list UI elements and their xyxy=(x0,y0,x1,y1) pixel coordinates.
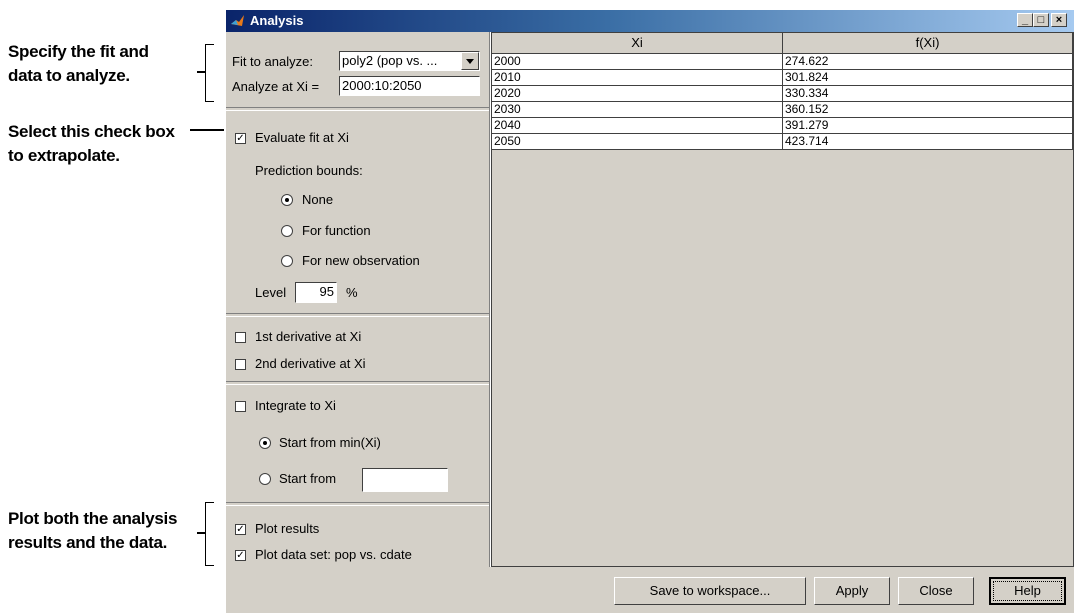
evaluate-fit-checkbox[interactable]: ✓ xyxy=(235,133,246,144)
table-cell[interactable]: 360.152 xyxy=(783,102,1073,118)
table-cell[interactable]: 330.334 xyxy=(783,86,1073,102)
prediction-none-radio[interactable] xyxy=(281,194,293,206)
annotation-fit-data: Specify the fit and data to analyze. xyxy=(8,40,149,88)
table-row[interactable]: 2010 301.824 xyxy=(492,70,1073,86)
annotation-bracket-tick xyxy=(197,71,206,73)
annotation-line: results and the data. xyxy=(8,533,168,552)
fit-select-dropdown-button[interactable] xyxy=(461,52,479,70)
annotation-bracket xyxy=(205,502,214,566)
divider xyxy=(226,381,489,385)
table-cell[interactable]: 2010 xyxy=(492,70,783,86)
table-cell[interactable]: 423.714 xyxy=(783,134,1073,150)
start-from-label: Start from xyxy=(279,471,337,486)
prediction-none-label: None xyxy=(302,192,334,207)
apply-button[interactable]: Apply xyxy=(814,577,890,605)
analyze-xi-input[interactable]: 2000:10:2050 xyxy=(339,76,480,96)
start-from-radio[interactable] xyxy=(259,473,271,485)
table-cell[interactable]: 2040 xyxy=(492,118,783,134)
annotation-plot: Plot both the analysis results and the d… xyxy=(8,507,177,555)
table-cell[interactable]: 274.622 xyxy=(783,54,1073,70)
save-to-workspace-button[interactable]: Save to workspace... xyxy=(614,577,806,605)
first-derivative-checkbox[interactable] xyxy=(235,332,246,343)
options-panel: Fit to analyze: poly2 (pop vs. ... Analy… xyxy=(226,32,489,567)
plot-results-checkbox[interactable]: ✓ xyxy=(235,524,246,535)
evaluate-fit-label: Evaluate fit at Xi xyxy=(255,130,349,145)
annotation-line: Select this check box xyxy=(8,122,175,141)
table-cell[interactable]: 2000 xyxy=(492,54,783,70)
close-dialog-button[interactable]: Close xyxy=(898,577,974,605)
level-value: 95 xyxy=(319,284,334,299)
plot-data-checkbox[interactable]: ✓ xyxy=(235,550,246,561)
analyze-xi-value: 2000:10:2050 xyxy=(342,78,422,93)
table-cell[interactable]: 2050 xyxy=(492,134,783,150)
annotation-line: Plot both the analysis xyxy=(8,509,178,528)
level-unit: % xyxy=(346,285,358,300)
table-cell[interactable]: 301.824 xyxy=(783,70,1073,86)
fit-select[interactable]: poly2 (pop vs. ... xyxy=(339,51,480,71)
annotation-line: data to analyze. xyxy=(8,66,130,85)
prediction-function-radio[interactable] xyxy=(281,225,293,237)
prediction-observation-label: For new observation xyxy=(302,253,420,268)
results-table[interactable]: Xi f(Xi) 2000 274.622 2010 301.824 2020 … xyxy=(491,32,1074,567)
start-min-radio[interactable] xyxy=(259,437,271,449)
analysis-window: Analysis _ □ × Fit to analyze: poly2 (po… xyxy=(226,10,1074,613)
annotation-line: Specify the fit and xyxy=(8,42,149,61)
second-derivative-label: 2nd derivative at Xi xyxy=(255,356,366,371)
second-derivative-checkbox[interactable] xyxy=(235,359,246,370)
chevron-down-icon xyxy=(466,59,474,64)
title-bar[interactable]: Analysis _ □ × xyxy=(226,10,1074,32)
plot-data-label: Plot data set: pop vs. cdate xyxy=(255,547,412,562)
table-cell[interactable]: 391.279 xyxy=(783,118,1073,134)
column-header-xi[interactable]: Xi xyxy=(492,33,783,54)
matlab-icon xyxy=(231,15,244,26)
table-row[interactable]: 2040 391.279 xyxy=(492,118,1073,134)
divider xyxy=(226,502,489,506)
table-row[interactable]: 2030 360.152 xyxy=(492,102,1073,118)
level-label: Level xyxy=(255,285,287,300)
plot-results-label: Plot results xyxy=(255,521,320,536)
first-derivative-label: 1st derivative at Xi xyxy=(255,329,362,344)
minimize-button[interactable]: _ xyxy=(1017,13,1033,27)
column-header-fxi[interactable]: f(Xi) xyxy=(783,33,1073,54)
prediction-observation-radio[interactable] xyxy=(281,255,293,267)
fit-label: Fit to analyze: xyxy=(232,54,313,69)
table-cell[interactable]: 2020 xyxy=(492,86,783,102)
level-input[interactable]: 95 xyxy=(295,282,337,303)
annotation-extrapolate: Select this check box to extrapolate. xyxy=(8,120,175,168)
help-button[interactable]: Help xyxy=(989,577,1066,605)
start-min-label: Start from min(Xi) xyxy=(279,435,381,450)
start-from-input[interactable] xyxy=(362,468,448,492)
table-row[interactable]: 2050 423.714 xyxy=(492,134,1073,150)
fit-select-value: poly2 (pop vs. ... xyxy=(342,53,438,68)
close-button[interactable]: × xyxy=(1051,13,1067,27)
divider xyxy=(226,107,489,111)
integrate-checkbox[interactable] xyxy=(235,401,246,412)
annotation-bracket xyxy=(205,44,214,102)
table-cell[interactable]: 2030 xyxy=(492,102,783,118)
table-row[interactable]: 2020 330.334 xyxy=(492,86,1073,102)
integrate-label: Integrate to Xi xyxy=(255,398,336,413)
annotation-bracket-tick xyxy=(197,532,206,534)
table-header: Xi f(Xi) xyxy=(492,33,1073,54)
annotation-pointer-line xyxy=(190,129,224,131)
divider xyxy=(226,313,489,317)
window-title: Analysis xyxy=(250,13,304,28)
maximize-button[interactable]: □ xyxy=(1033,13,1049,27)
annotation-line: to extrapolate. xyxy=(8,146,120,165)
analyze-label: Analyze at Xi = xyxy=(232,79,320,94)
prediction-function-label: For function xyxy=(302,223,371,238)
table-row[interactable]: 2000 274.622 xyxy=(492,54,1073,70)
prediction-bounds-label: Prediction bounds: xyxy=(255,163,363,178)
